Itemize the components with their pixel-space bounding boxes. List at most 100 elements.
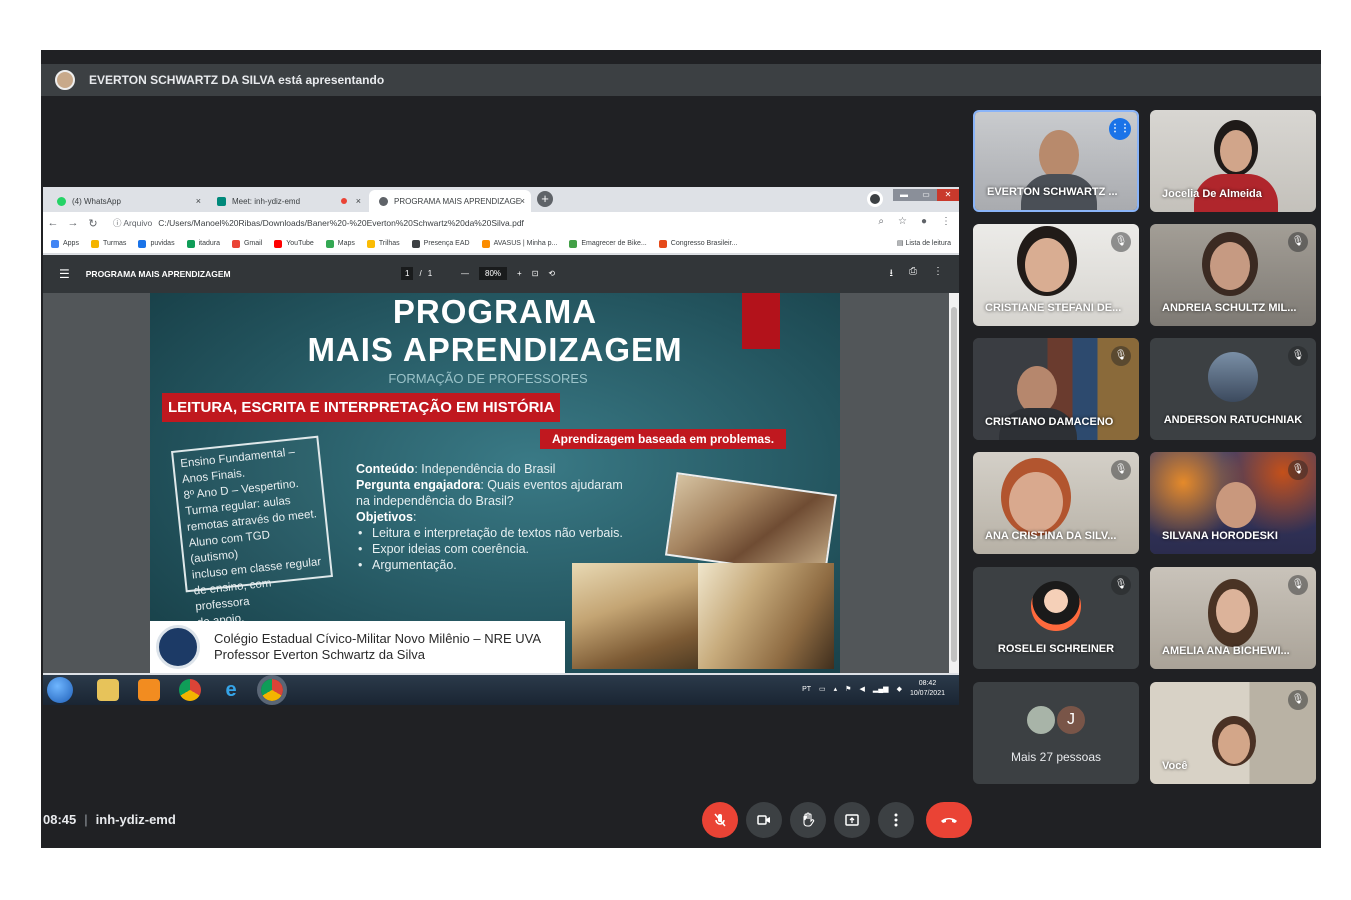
slide-problem-label: Aprendizagem baseada em problemas. [540, 429, 787, 449]
participant-face [1218, 724, 1250, 764]
file-explorer-icon[interactable] [97, 679, 119, 701]
chrome-active-icon[interactable] [257, 675, 287, 705]
close-icon[interactable]: × [520, 196, 525, 206]
pdf-scrollbar[interactable] [949, 293, 959, 673]
participant-face [1216, 482, 1256, 528]
security-icon[interactable]: ◆ [897, 685, 902, 693]
media-player-icon[interactable] [138, 679, 160, 701]
bookmark-label: Congresso Brasileir... [670, 240, 738, 247]
tab-whatsapp[interactable]: (4) WhatsApp × [47, 190, 207, 212]
participant-tile[interactable]: 🎙 ANDERSON RATUCHNIAK [1150, 338, 1316, 440]
participant-face [1210, 242, 1250, 290]
reading-list-button[interactable]: ▤ Lista de leitura [897, 239, 951, 247]
print-icon[interactable]: ⎙ [909, 266, 917, 283]
bookmark-item[interactable]: Maps [325, 239, 355, 248]
kebab-menu-icon [894, 813, 898, 827]
content-label: Conteúdo [356, 462, 415, 476]
mic-off-icon: 🎙 [1288, 575, 1308, 595]
participant-tile[interactable]: 🎙 SILVANA HORODESKI [1150, 452, 1316, 554]
leave-call-button[interactable] [926, 802, 972, 838]
participant-tile[interactable]: 🎙 AMELIA ANA BICHEWI... [1150, 567, 1316, 669]
participant-tile[interactable]: 🎙 CRISTIANE STEFANI DE... [973, 224, 1139, 326]
chrome-icon[interactable] [179, 679, 201, 701]
bookmark-item[interactable]: Gmail [231, 239, 262, 248]
reload-icon[interactable]: ↻ [83, 217, 103, 230]
participant-name: SILVANA HORODESKI [1162, 530, 1278, 542]
bookmark-item[interactable]: Presença EAD [411, 239, 470, 248]
system-clock[interactable]: 08:42 10/07/2021 [910, 679, 945, 699]
url-field[interactable]: C:/Users/Manoel%20Ribas/Downloads/Baner%… [158, 218, 524, 228]
maximize-button[interactable]: ▭ [915, 189, 937, 201]
slide-subtitle: FORMAÇÃO DE PROFESSORES [388, 371, 588, 386]
internet-explorer-icon[interactable]: e [220, 679, 242, 701]
close-icon[interactable]: × [356, 196, 361, 206]
tab-label: (4) WhatsApp [72, 196, 121, 206]
participant-name: ANA CRISTINA DA SILV... [985, 530, 1117, 542]
tab-pdf[interactable]: PROGRAMA MAIS APRENDIZAGE × [369, 190, 531, 212]
more-options-button[interactable] [878, 802, 914, 838]
close-window-button[interactable]: ✕ [937, 189, 959, 201]
minimize-button[interactable]: ▬ [893, 189, 915, 201]
address-bar: ← → ↻ ⓘ Arquivo C:/Users/Manoel%20Ribas/… [43, 212, 959, 234]
participant-tile[interactable]: ⋮⋮ EVERTON SCHWARTZ ... [973, 110, 1139, 212]
bookmark-item[interactable]: YouTube [274, 239, 314, 248]
bookmark-icon [411, 239, 420, 248]
forward-icon[interactable]: → [63, 217, 83, 229]
new-tab-button[interactable]: + [537, 191, 553, 207]
mic-off-icon: 🎙 [1288, 460, 1308, 480]
back-icon[interactable]: ← [43, 217, 63, 229]
tab-meet[interactable]: Meet: inh-ydiz-emd × [207, 190, 367, 212]
keyboard-icon[interactable]: ▭ [819, 685, 826, 693]
fit-page-icon[interactable]: ⊡ [532, 269, 539, 278]
kebab-menu-icon[interactable]: ⋮ [933, 266, 943, 283]
participant-face [1216, 589, 1250, 633]
volume-icon[interactable]: ◀ [859, 685, 864, 693]
bookmark-item[interactable]: Congresso Brasileir... [658, 239, 738, 248]
avatar-icon[interactable]: ● [921, 216, 927, 227]
mic-toggle-button[interactable] [702, 802, 738, 838]
zoom-out-button[interactable]: — [461, 269, 469, 278]
profile-icon[interactable] [867, 191, 883, 207]
close-icon[interactable]: × [196, 196, 201, 206]
rotate-icon[interactable]: ⟲ [548, 269, 555, 278]
bookmark-item[interactable]: AVASUS | Minha p... [481, 239, 557, 248]
bookmarks-bar: Apps Turmas puvidas itadura Gmail YouTub… [43, 234, 959, 254]
zoom-input[interactable]: 80% [479, 267, 508, 280]
participant-tile[interactable]: 🎙 ROSELEI SCHREINER [973, 567, 1139, 669]
network-icon[interactable]: ▂▄▆ [873, 685, 889, 693]
zoom-in-button[interactable]: + [517, 269, 522, 278]
raise-hand-button[interactable] [790, 802, 826, 838]
self-tile[interactable]: 🎙 Você [1150, 682, 1316, 784]
download-icon[interactable]: ⭳ [890, 266, 894, 283]
slide-footer: Colégio Estadual Cívico-Militar Novo Mil… [150, 621, 565, 673]
scroll-thumb[interactable] [951, 307, 957, 662]
bookmark-item[interactable]: itadura [186, 239, 220, 248]
drive-icon [366, 239, 375, 248]
mic-off-icon: 🎙 [1288, 232, 1308, 252]
bookmark-item[interactable]: puvidas [138, 239, 175, 248]
participant-tile[interactable]: 🎙 ANDREIA SCHULTZ MIL... [1150, 224, 1316, 326]
zoom-icon[interactable]: ⌕ [878, 216, 884, 227]
more-people-label: Mais 27 pessoas [1010, 750, 1102, 764]
participant-tile[interactable]: Jocelia De Almeida [1150, 110, 1316, 212]
tray-arrow-icon[interactable]: ▴ [834, 685, 838, 693]
camera-toggle-button[interactable] [746, 802, 782, 838]
page-input[interactable]: 1 [401, 267, 414, 280]
bookmark-item[interactable]: Emagrecer de Bike... [569, 239, 647, 248]
windows-start-icon[interactable] [47, 677, 73, 703]
more-people-tile[interactable]: J Mais 27 pessoas [973, 682, 1139, 784]
present-button[interactable] [834, 802, 870, 838]
kebab-menu-icon[interactable]: ⋮ [941, 216, 951, 227]
star-icon[interactable]: ☆ [898, 216, 907, 227]
bookmark-item[interactable]: Trilhas [366, 239, 400, 248]
site-info[interactable]: ⓘ Arquivo [113, 217, 152, 229]
participant-tile[interactable]: 🎙 ANA CRISTINA DA SILV... [973, 452, 1139, 554]
flag-icon[interactable]: ⚑ [845, 685, 851, 693]
bookmark-item[interactable]: Turmas [90, 239, 126, 248]
language-indicator[interactable]: PT [802, 686, 811, 693]
tab-label: Meet: inh-ydiz-emd [232, 196, 301, 206]
bookmark-item[interactable]: Apps [51, 239, 79, 248]
participant-tile[interactable]: 🎙 CRISTIANO DAMACENO [973, 338, 1139, 440]
meeting-details[interactable]: 08:45 | inh-ydiz-emd [43, 812, 176, 827]
hamburger-menu-icon[interactable]: ☰ [59, 267, 70, 281]
